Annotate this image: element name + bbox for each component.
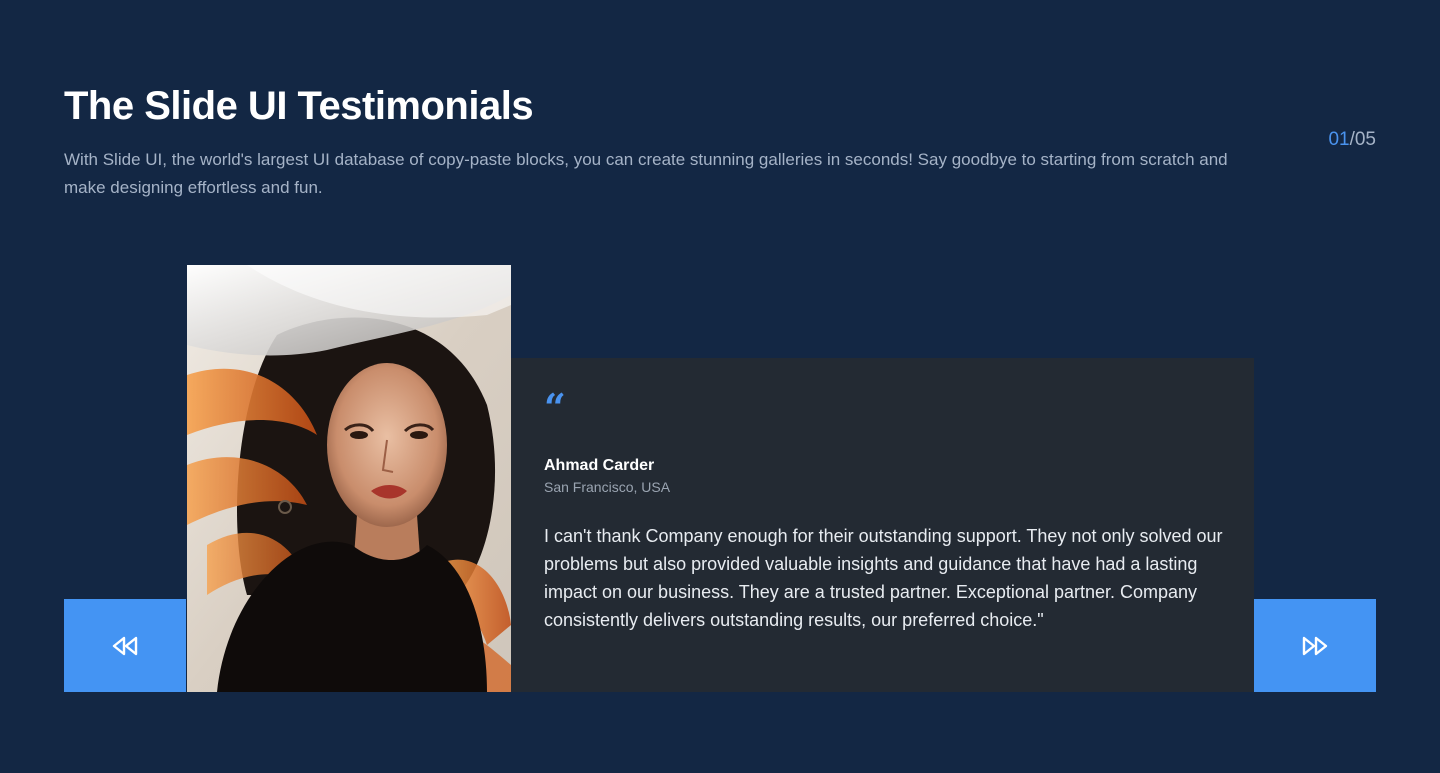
quote-icon: “ [544,385,566,430]
testimonial-card: “ Ahmad Carder San Francisco, USA I can'… [511,358,1254,692]
slide-counter: 01/05 [1328,128,1376,152]
previous-slide-button[interactable] [64,599,186,692]
author-name: Ahmad Carder [544,457,655,474]
testimonial-text: I can't thank Company enough for their o… [544,526,1223,630]
rewind-icon [112,636,138,655]
page-title: The Slide UI Testimonials [64,84,534,128]
testimonial-photo [187,265,511,692]
fast-forward-icon [1302,636,1328,655]
author-location: San Francisco, USA [544,479,671,495]
testimonials-section: The Slide UI Testimonials With Slide UI,… [0,0,1440,773]
next-slide-button[interactable] [1254,599,1376,692]
page-subtitle: With Slide UI, the world's largest UI da… [64,150,1228,197]
slide-counter-current: 01 [1328,129,1350,150]
slide-counter-total: 05 [1354,129,1376,150]
